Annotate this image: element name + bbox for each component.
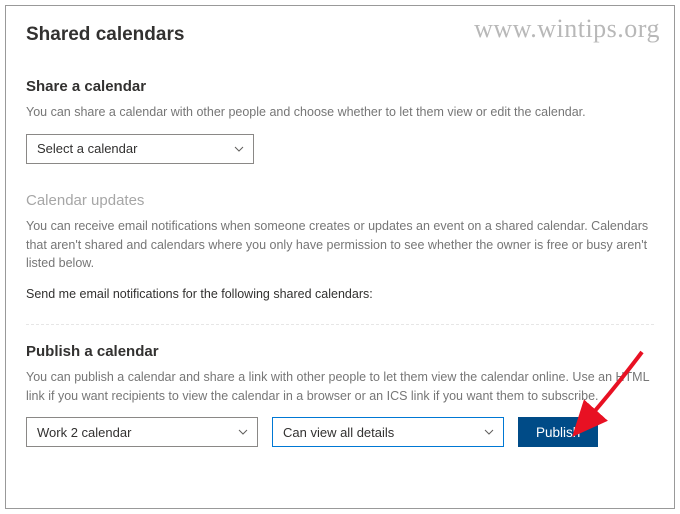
share-dropdown-value: Select a calendar xyxy=(37,141,137,156)
publish-button[interactable]: Publish xyxy=(518,417,598,447)
publish-calendar-dropdown[interactable]: Work 2 calendar xyxy=(26,417,258,447)
share-calendar-dropdown[interactable]: Select a calendar xyxy=(26,134,254,164)
publish-calendar-section: Publish a calendar You can publish a cal… xyxy=(26,343,654,448)
updates-section-desc: You can receive email notifications when… xyxy=(26,217,654,273)
watermark-text: www.wintips.org xyxy=(474,14,660,44)
share-section-title: Share a calendar xyxy=(26,78,654,95)
updates-section-title: Calendar updates xyxy=(26,192,654,209)
chevron-down-icon xyxy=(483,426,495,438)
section-divider xyxy=(26,324,654,325)
publish-section-desc: You can publish a calendar and share a l… xyxy=(26,368,654,406)
share-calendar-section: Share a calendar You can share a calenda… xyxy=(26,78,654,164)
publish-permission-dropdown[interactable]: Can view all details xyxy=(272,417,504,447)
publish-calendar-value: Work 2 calendar xyxy=(37,425,131,440)
publish-permission-value: Can view all details xyxy=(283,425,394,440)
chevron-down-icon xyxy=(237,426,249,438)
publish-section-title: Publish a calendar xyxy=(26,343,654,360)
chevron-down-icon xyxy=(233,143,245,155)
updates-prompt: Send me email notifications for the foll… xyxy=(26,285,654,304)
share-section-desc: You can share a calendar with other peop… xyxy=(26,103,654,122)
calendar-updates-section: Calendar updates You can receive email n… xyxy=(26,192,654,304)
